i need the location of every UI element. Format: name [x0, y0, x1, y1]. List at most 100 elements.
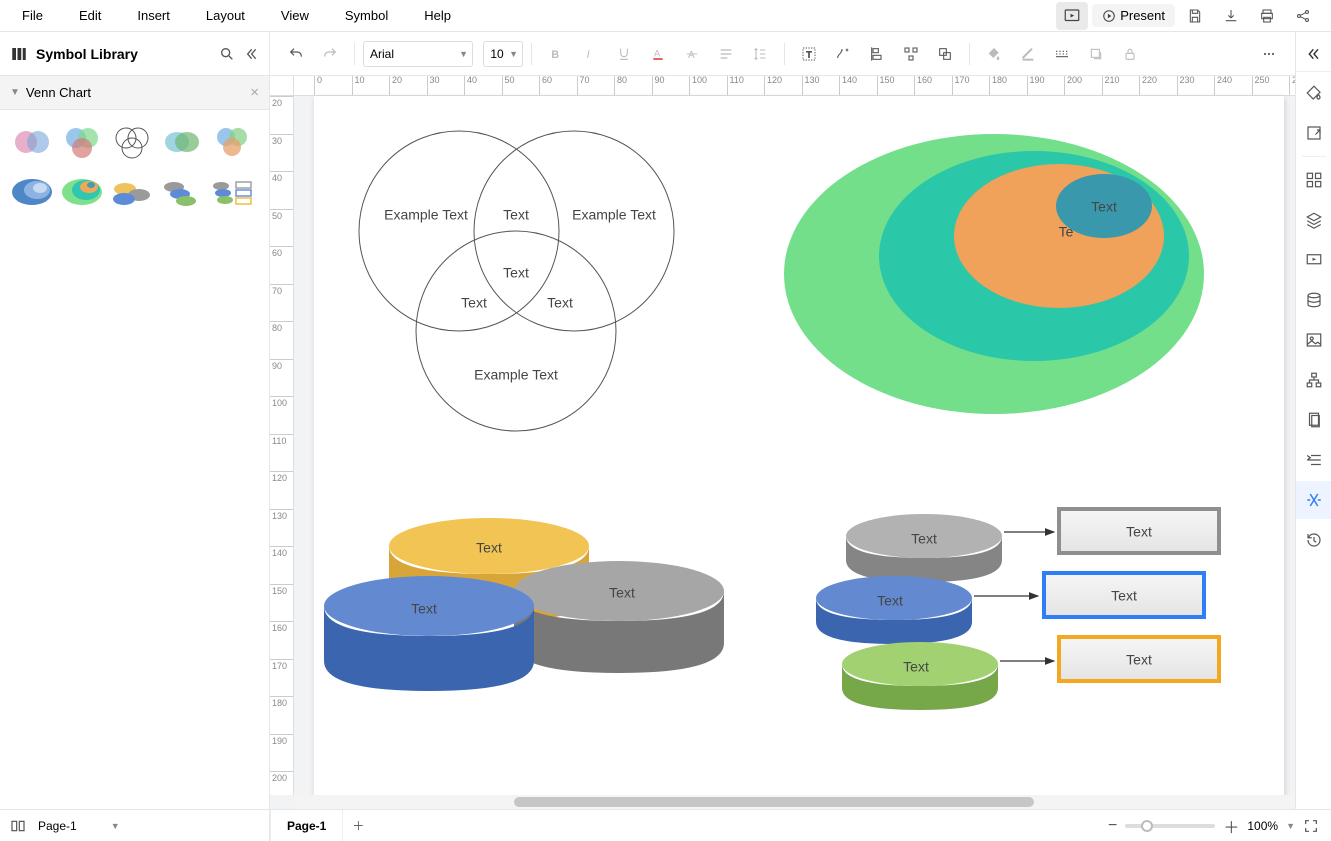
present-button[interactable]: Present: [1092, 4, 1175, 27]
font-color-button[interactable]: A: [642, 39, 674, 69]
strike-button[interactable]: A: [676, 39, 708, 69]
venn3-a-label[interactable]: Example Text: [384, 207, 468, 223]
fullscreen-icon[interactable]: [1303, 818, 1319, 834]
menu-file[interactable]: File: [4, 2, 61, 29]
zoom-slider[interactable]: [1125, 824, 1215, 828]
slideshow-icon-button[interactable]: [1056, 2, 1088, 30]
venn3-diagram[interactable]: [359, 131, 674, 431]
theme-icon[interactable]: [1296, 74, 1331, 112]
save-icon[interactable]: [1179, 2, 1211, 30]
venn3-abc-label[interactable]: Text: [503, 265, 529, 281]
canvas-area[interactable]: 0102030405060708090100110120130140150160…: [270, 76, 1295, 809]
venn-shape-5[interactable]: [210, 120, 254, 164]
venn-shape-3[interactable]: [110, 120, 154, 164]
nested-l2-label[interactable]: Te: [1059, 224, 1074, 240]
line-color-button[interactable]: [1012, 39, 1044, 69]
line-style-button[interactable]: [1046, 39, 1078, 69]
underline-button[interactable]: [608, 39, 640, 69]
font-family-select[interactable]: Arial ▼: [363, 41, 473, 67]
components-icon[interactable]: [1296, 161, 1331, 199]
layers-icon[interactable]: [1296, 201, 1331, 239]
nested-l1-label[interactable]: Text: [1091, 199, 1117, 215]
venn-shape-8[interactable]: [110, 170, 154, 214]
venn-shape-4[interactable]: [160, 120, 204, 164]
align-objects-button[interactable]: [861, 39, 893, 69]
bold-button[interactable]: B: [540, 39, 572, 69]
group-button[interactable]: [929, 39, 961, 69]
venn3-ac-label[interactable]: Text: [461, 295, 487, 311]
text-indent-icon[interactable]: [1296, 441, 1331, 479]
menu-edit[interactable]: Edit: [61, 2, 119, 29]
align-button[interactable]: [710, 39, 742, 69]
search-icon[interactable]: [219, 46, 235, 62]
ruler-horizontal: 0102030405060708090100110120130140150160…: [294, 76, 1295, 96]
slides-icon[interactable]: [1296, 241, 1331, 279]
line-spacing-button[interactable]: [744, 39, 776, 69]
menu-insert[interactable]: Insert: [119, 2, 188, 29]
menu-help[interactable]: Help: [406, 2, 469, 29]
venn-shape-1[interactable]: [10, 120, 54, 164]
disks3-diagram[interactable]: [324, 518, 724, 691]
lock-button[interactable]: [1114, 39, 1146, 69]
canvas-page[interactable]: Example Text Example Text Example Text T…: [314, 96, 1284, 796]
print-icon[interactable]: [1251, 2, 1283, 30]
disks3-c-label[interactable]: Text: [411, 601, 437, 617]
disk-arrow-2[interactable]: [816, 576, 972, 644]
scrollbar-horizontal[interactable]: [294, 795, 1295, 809]
zoom-out-button[interactable]: −: [1108, 817, 1117, 835]
export-icon[interactable]: [1296, 114, 1331, 152]
disk-arrow-3[interactable]: [842, 642, 998, 710]
box-2-label[interactable]: Text: [1111, 588, 1137, 604]
ruler-corner: [270, 76, 294, 96]
disk-arrow-1-label[interactable]: Text: [911, 531, 937, 547]
disks3-b-label[interactable]: Text: [609, 585, 635, 601]
fill-color-button[interactable]: [978, 39, 1010, 69]
history-icon[interactable]: [1296, 521, 1331, 559]
download-icon[interactable]: [1215, 2, 1247, 30]
menu-symbol[interactable]: Symbol: [327, 2, 406, 29]
clipboard-icon[interactable]: [1296, 401, 1331, 439]
venn3-c-label[interactable]: Example Text: [474, 367, 558, 383]
font-size-select[interactable]: 10 ▼: [483, 41, 523, 67]
page-tab-1[interactable]: Page-1: [270, 810, 343, 841]
venn-shape-9[interactable]: [160, 170, 204, 214]
sitemap-icon[interactable]: [1296, 361, 1331, 399]
close-category-icon[interactable]: ×: [250, 84, 259, 101]
disk-arrow-3-label[interactable]: Text: [903, 659, 929, 675]
disk-arrow-1[interactable]: [846, 514, 1002, 582]
box-3-label[interactable]: Text: [1126, 652, 1152, 668]
venn-shape-6[interactable]: [10, 170, 54, 214]
library-category-header[interactable]: ▼ Venn Chart ×: [0, 76, 269, 110]
disks3-a-label[interactable]: Text: [476, 540, 502, 556]
nested-ellipse-diagram[interactable]: [784, 134, 1204, 414]
venn-shape-2[interactable]: [60, 120, 104, 164]
redo-button[interactable]: [314, 39, 346, 69]
menu-layout[interactable]: Layout: [188, 2, 263, 29]
share-icon[interactable]: [1287, 2, 1319, 30]
venn3-bc-label[interactable]: Text: [547, 295, 573, 311]
page-select[interactable]: Page-1 ▼: [34, 817, 124, 835]
venn-shape-7[interactable]: [60, 170, 104, 214]
venn-shape-10[interactable]: [210, 170, 254, 214]
scrollbar-thumb[interactable]: [514, 797, 1034, 807]
expand-right-icon[interactable]: [1296, 36, 1331, 72]
distribute-button[interactable]: [895, 39, 927, 69]
box-1-label[interactable]: Text: [1126, 524, 1152, 540]
venn3-b-label[interactable]: Example Text: [572, 207, 656, 223]
cross-ref-icon[interactable]: [1296, 481, 1331, 519]
data-icon[interactable]: [1296, 281, 1331, 319]
italic-button[interactable]: I: [574, 39, 606, 69]
connector-button[interactable]: [827, 39, 859, 69]
menu-view[interactable]: View: [263, 2, 327, 29]
venn3-ab-label[interactable]: Text: [503, 207, 529, 223]
pages-list-icon[interactable]: [10, 818, 26, 834]
text-tool-button[interactable]: T: [793, 39, 825, 69]
collapse-left-icon[interactable]: [243, 46, 259, 62]
shadow-button[interactable]: [1080, 39, 1112, 69]
add-page-button[interactable]: ＋: [343, 817, 373, 834]
more-button[interactable]: [1253, 39, 1285, 69]
disk-arrow-2-label[interactable]: Text: [877, 593, 903, 609]
zoom-in-button[interactable]: ＋: [1223, 814, 1239, 838]
image-icon[interactable]: [1296, 321, 1331, 359]
undo-button[interactable]: [280, 39, 312, 69]
